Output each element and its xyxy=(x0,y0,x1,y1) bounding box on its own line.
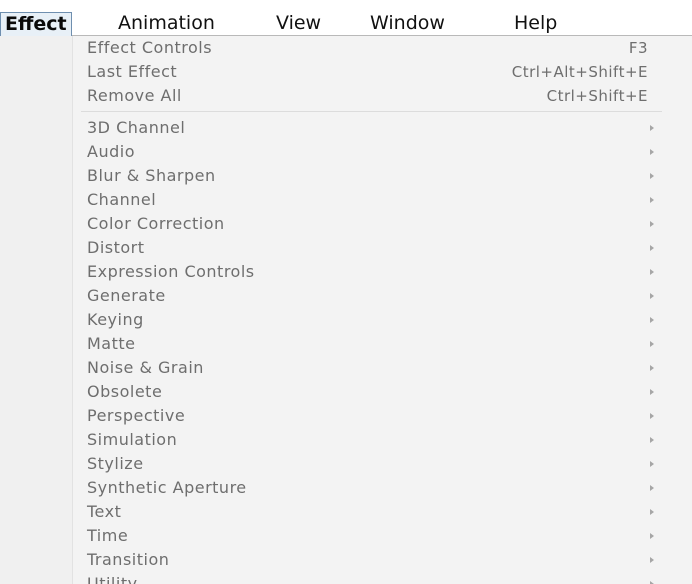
menu-item-label: Last Effect xyxy=(87,62,178,81)
submenu-arrow-icon xyxy=(650,149,654,155)
submenu-arrow-icon xyxy=(650,509,654,515)
menu-item-label: Distort xyxy=(87,238,145,257)
menu-item-simulation[interactable]: Simulation xyxy=(73,428,692,452)
menu-item-obsolete[interactable]: Obsolete xyxy=(73,380,692,404)
submenu-arrow-icon xyxy=(650,125,654,131)
menu-animation[interactable]: Animation xyxy=(118,10,215,36)
menu-item-shortcut: Ctrl+Shift+E xyxy=(546,87,648,105)
menu-item-label: Color Correction xyxy=(87,214,225,233)
menu-item-channel[interactable]: Channel xyxy=(73,188,692,212)
menu-item-noise-grain[interactable]: Noise & Grain xyxy=(73,356,692,380)
submenu-arrow-icon xyxy=(650,173,654,179)
menu-separator xyxy=(73,108,692,116)
menu-help[interactable]: Help xyxy=(514,10,557,36)
menu-bar: Effect Animation View Window Help xyxy=(0,0,692,36)
menu-item-remove-all[interactable]: Remove All Ctrl+Shift+E xyxy=(73,84,692,108)
menu-item-generate[interactable]: Generate xyxy=(73,284,692,308)
menu-item-label: Stylize xyxy=(87,454,144,473)
submenu-arrow-icon xyxy=(650,557,654,563)
menu-item-label: Channel xyxy=(87,190,157,209)
menu-item-label: Generate xyxy=(87,286,166,305)
menu-item-blur-sharpen[interactable]: Blur & Sharpen xyxy=(73,164,692,188)
menu-item-label: Matte xyxy=(87,334,136,353)
menu-item-3d-channel[interactable]: 3D Channel xyxy=(73,116,692,140)
menu-item-label: Noise & Grain xyxy=(87,358,204,377)
menu-item-label: Transition xyxy=(87,550,170,569)
menu-item-audio[interactable]: Audio xyxy=(73,140,692,164)
menu-item-text[interactable]: Text xyxy=(73,500,692,524)
menu-item-label: Time xyxy=(87,526,129,545)
menu-item-label: Expression Controls xyxy=(87,262,255,281)
menu-item-label: Effect Controls xyxy=(87,38,213,57)
submenu-arrow-icon xyxy=(650,221,654,227)
menu-item-matte[interactable]: Matte xyxy=(73,332,692,356)
menu-item-last-effect[interactable]: Last Effect Ctrl+Alt+Shift+E xyxy=(73,60,692,84)
menu-item-synthetic-aperture[interactable]: Synthetic Aperture xyxy=(73,476,692,500)
menu-item-time[interactable]: Time xyxy=(73,524,692,548)
menu-item-color-correction[interactable]: Color Correction xyxy=(73,212,692,236)
submenu-arrow-icon xyxy=(650,341,654,347)
submenu-arrow-icon xyxy=(650,485,654,491)
submenu-arrow-icon xyxy=(650,365,654,371)
menu-item-keying[interactable]: Keying xyxy=(73,308,692,332)
menu-view[interactable]: View xyxy=(276,10,321,36)
menu-item-label: Simulation xyxy=(87,430,178,449)
menu-item-label: Synthetic Aperture xyxy=(87,478,247,497)
menu-item-shortcut: Ctrl+Alt+Shift+E xyxy=(511,63,648,81)
submenu-arrow-icon xyxy=(650,461,654,467)
menu-item-label: Blur & Sharpen xyxy=(87,166,216,185)
menu-item-label: Utility xyxy=(87,574,138,584)
menu-item-transition[interactable]: Transition xyxy=(73,548,692,572)
menu-item-stylize[interactable]: Stylize xyxy=(73,452,692,476)
menu-effect[interactable]: Effect xyxy=(0,12,72,36)
submenu-arrow-icon xyxy=(650,533,654,539)
menu-item-effect-controls[interactable]: Effect Controls F3 xyxy=(73,36,692,60)
submenu-arrow-icon xyxy=(650,269,654,275)
menu-item-perspective[interactable]: Perspective xyxy=(73,404,692,428)
menu-item-label: 3D Channel xyxy=(87,118,186,137)
submenu-arrow-icon xyxy=(650,293,654,299)
menu-item-label: Remove All xyxy=(87,86,182,105)
menu-item-label: Keying xyxy=(87,310,144,329)
menu-icon-gutter xyxy=(0,36,73,584)
menu-item-label: Audio xyxy=(87,142,135,161)
menu-item-utility[interactable]: Utility xyxy=(73,572,692,584)
submenu-arrow-icon xyxy=(650,317,654,323)
menu-window[interactable]: Window xyxy=(370,10,445,36)
menu-item-distort[interactable]: Distort xyxy=(73,236,692,260)
effect-dropdown-menu: Effect Controls F3 Last Effect Ctrl+Alt+… xyxy=(0,36,692,584)
submenu-arrow-icon xyxy=(650,197,654,203)
menu-item-label: Perspective xyxy=(87,406,186,425)
submenu-arrow-icon xyxy=(650,413,654,419)
submenu-arrow-icon xyxy=(650,437,654,443)
submenu-arrow-icon xyxy=(650,245,654,251)
menu-item-expression-controls[interactable]: Expression Controls xyxy=(73,260,692,284)
effect-menu-list: Effect Controls F3 Last Effect Ctrl+Alt+… xyxy=(73,36,692,584)
submenu-arrow-icon xyxy=(650,389,654,395)
menu-item-label: Text xyxy=(87,502,122,521)
menu-item-label: Obsolete xyxy=(87,382,163,401)
menu-item-shortcut: F3 xyxy=(628,39,648,57)
